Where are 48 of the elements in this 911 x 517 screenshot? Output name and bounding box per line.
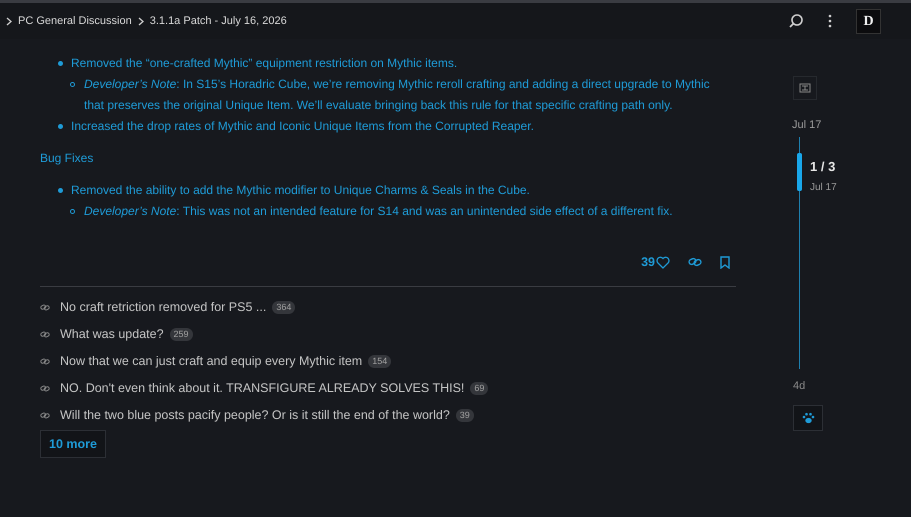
linked-topic[interactable]: No craft retriction removed for PS5 ... — [60, 298, 266, 316]
link-icon — [40, 412, 50, 418]
link-icon — [40, 330, 50, 338]
developer-note: Developer’s Note: In S15’s Horadric Cube, we’re removing Mythic reroll crafting and adding a direct upgrade to Mythic that preserves the original Unique Item. We’ll evaluate bringing back this rule for that specific crafting path only. — [84, 76, 711, 114]
bookmark-icon[interactable] — [720, 256, 730, 268]
click-count: 259 — [170, 328, 193, 340]
link-icon — [40, 358, 50, 364]
click-count: 39 — [456, 408, 474, 422]
timeline-handle[interactable] — [797, 153, 802, 191]
developer-note: Developer’s Note: This was not an intended feature for S14 and was an unintended side effect of a different fix. — [84, 203, 673, 220]
paw-button[interactable] — [793, 405, 823, 431]
show-more-button[interactable]: 10 more — [40, 430, 106, 458]
timeline-date: Jul 17 — [810, 181, 837, 195]
timeline-date: Jul 17 — [792, 118, 822, 133]
timeline-end-label: 4d — [793, 379, 806, 394]
linked-topic[interactable]: Now that we can just craft and equip every Mythic item — [60, 352, 362, 370]
click-count: 69 — [470, 382, 488, 394]
bullet-icon — [70, 82, 75, 87]
link-icon — [40, 304, 50, 310]
translate-icon — [799, 83, 811, 93]
bullet-icon — [58, 124, 63, 129]
link-icon[interactable] — [688, 257, 702, 267]
translate-button[interactable] — [793, 76, 817, 100]
heart-icon — [656, 256, 670, 268]
patch-note: Increased the drop rates of Mythic and Iconic Unique Items from the Corrupted Reaper. — [71, 118, 534, 135]
more-options-icon[interactable] — [828, 14, 832, 28]
chevron-icon — [138, 16, 144, 26]
bullet-icon — [58, 61, 63, 66]
linked-topic[interactable]: Will the two blue posts pacify people? Or is it still the end of the world? — [60, 406, 450, 424]
section-heading: Bug Fixes — [40, 150, 94, 167]
user-avatar[interactable]: D — [856, 8, 881, 34]
linked-topic[interactable]: NO. Don't even think about it. TRANSFIGURE ALREADY SOLVES THIS! — [60, 378, 464, 398]
patch-note: Removed the “one-crafted Mythic” equipment restriction on Mythic items. — [71, 55, 458, 72]
timeline-track[interactable] — [799, 137, 800, 369]
paw-icon — [802, 412, 814, 424]
chevron-icon — [6, 16, 12, 26]
linked-topic[interactable]: What was update? — [60, 324, 164, 344]
click-count: 154 — [368, 354, 392, 368]
search-icon[interactable] — [788, 13, 804, 29]
breadcrumb-link[interactable]: 3.1.1a Patch - July 16, 2026 — [150, 12, 287, 30]
breadcrumb-link[interactable]: PC General Discussion — [18, 12, 132, 30]
patch-note: Removed the ability to add the Mythic modifier to Unique Charms & Seals in the Cube. — [71, 182, 530, 199]
link-icon — [40, 384, 50, 392]
bullet-icon — [58, 188, 63, 193]
click-count: 364 — [272, 300, 296, 314]
bullet-icon — [70, 209, 75, 214]
like-button[interactable]: 39 — [641, 252, 670, 272]
timeline-position: 1 / 3 — [810, 158, 836, 176]
